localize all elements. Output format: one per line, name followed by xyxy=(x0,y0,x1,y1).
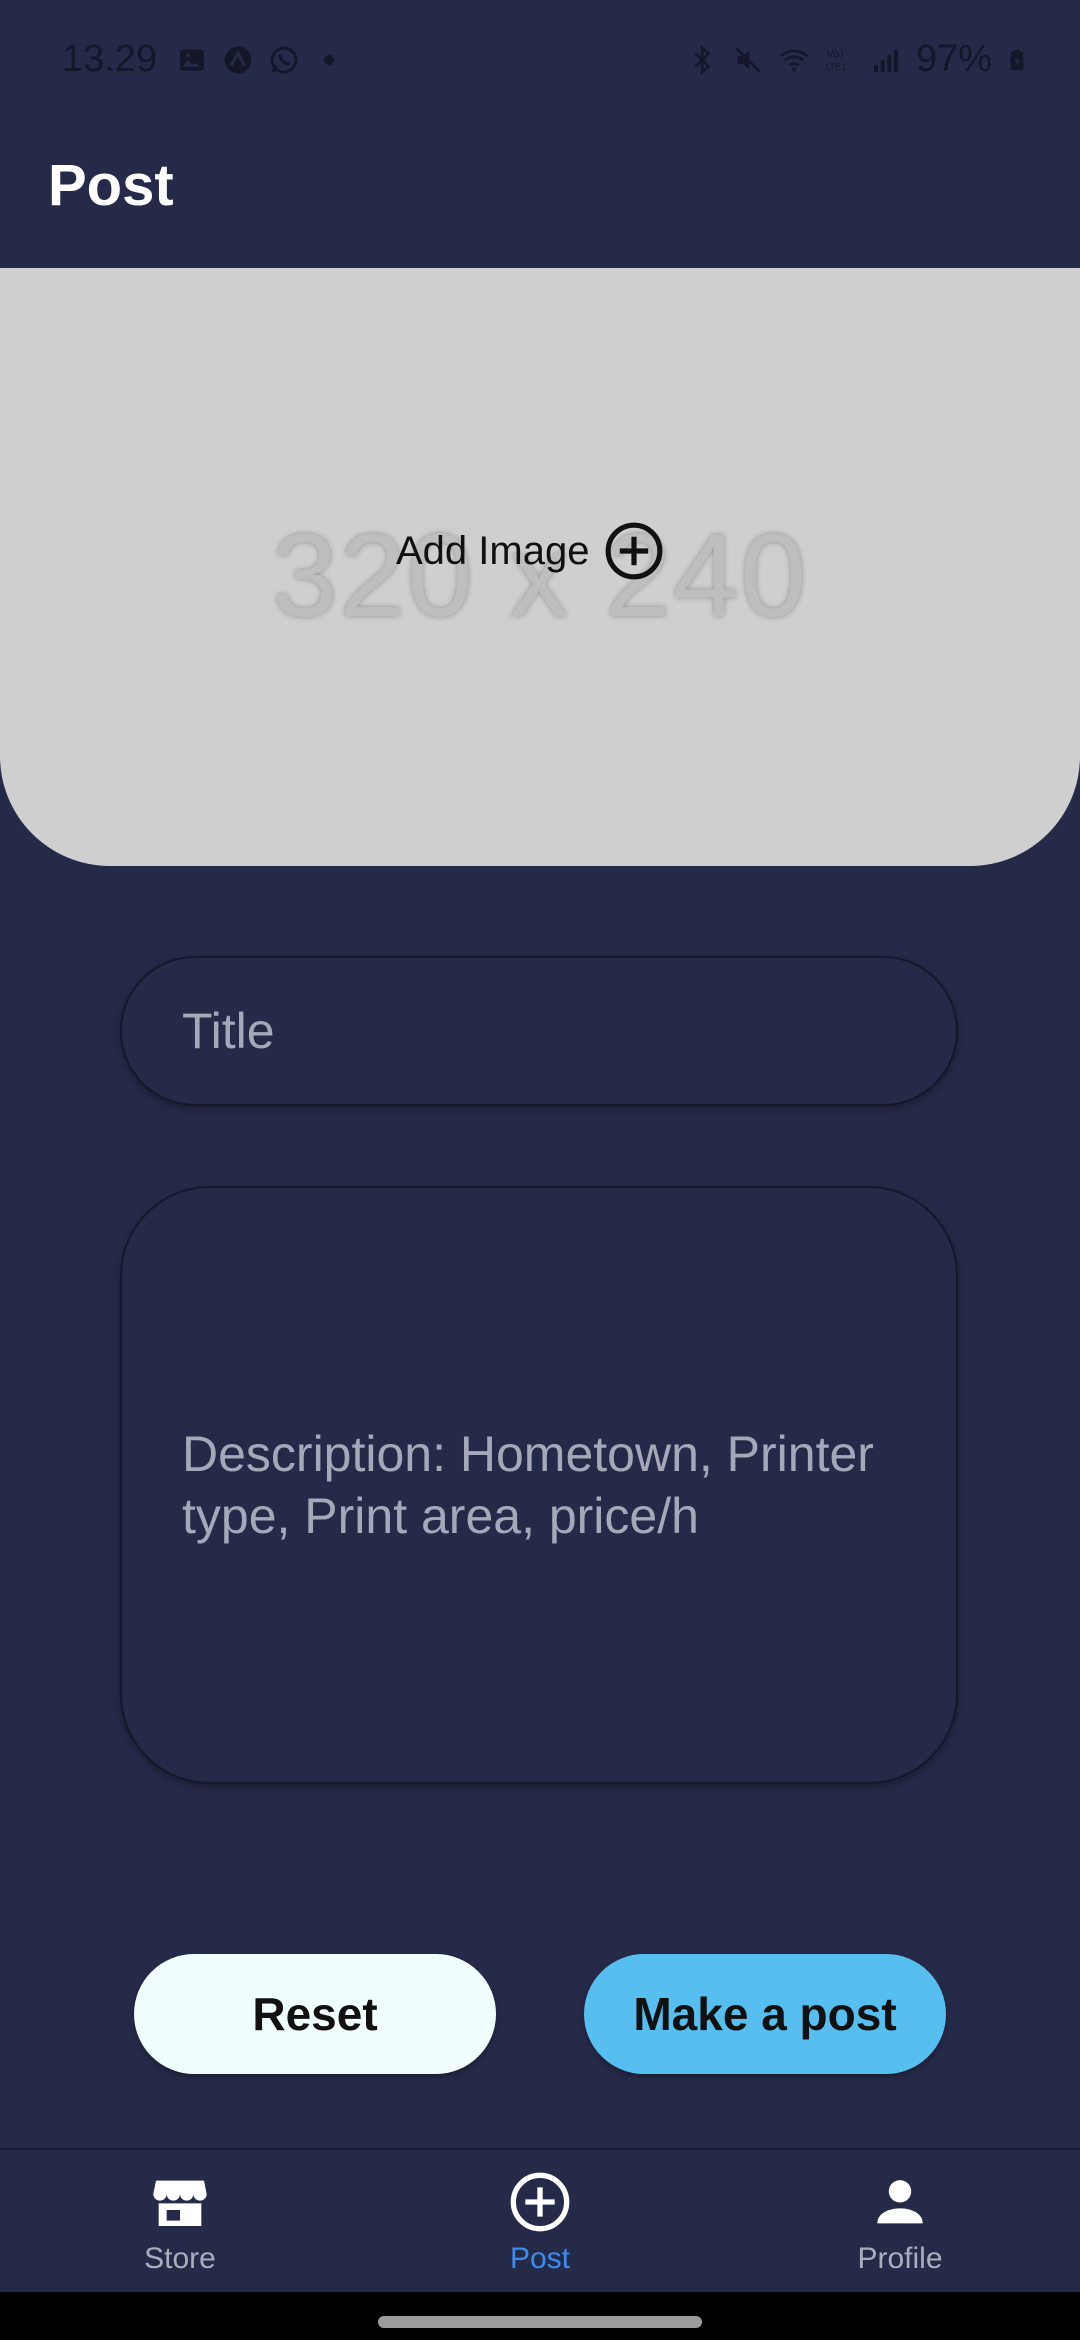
reset-button[interactable]: Reset xyxy=(134,1954,496,2074)
dot-icon xyxy=(324,55,334,65)
post-screen: 13.29 Vo) LTE1 97% Post 320 x 240 Add Ima… xyxy=(0,0,1080,2340)
app-icon xyxy=(224,46,252,74)
description-input[interactable]: Description: Hometown, Printer type, Pri… xyxy=(120,1186,958,1784)
volte-icon: Vo) LTE1 xyxy=(825,47,847,73)
nav-label-post: Post xyxy=(509,2242,571,2275)
status-time: 13.29 xyxy=(62,38,158,80)
title-placeholder: Title xyxy=(182,1003,275,1059)
whatsapp-icon xyxy=(270,46,298,74)
add-circle-icon xyxy=(510,2172,570,2232)
nav-label-profile: Profile xyxy=(857,2242,943,2275)
nav-item-store[interactable]: Store xyxy=(80,2170,280,2276)
app-bar: Post xyxy=(0,120,1080,270)
title-input[interactable]: Title xyxy=(120,956,958,1106)
store-icon xyxy=(153,2180,207,2226)
svg-text:LTE1: LTE1 xyxy=(825,62,847,73)
page-title: Post xyxy=(48,153,174,218)
nav-item-post[interactable]: Post xyxy=(440,2170,640,2276)
description-placeholder: Description: Hometown, Printer type, Pri… xyxy=(182,1426,874,1544)
make-post-button[interactable]: Make a post xyxy=(584,1954,946,2074)
gesture-bar xyxy=(0,2292,1080,2340)
mute-icon xyxy=(734,46,761,73)
notification-icons xyxy=(176,44,334,76)
signal-icon xyxy=(873,48,898,72)
person-icon xyxy=(877,2180,923,2224)
wifi-icon xyxy=(779,49,809,71)
add-image-label: Add Image xyxy=(396,528,590,573)
nav-item-profile[interactable]: Profile xyxy=(800,2170,1000,2276)
image-picker[interactable]: 320 x 240 Add Image xyxy=(0,268,1080,866)
system-icons: Vo) LTE1 97% xyxy=(686,38,1028,81)
image-icon xyxy=(180,49,204,71)
bottom-navigation: Store Post Profile xyxy=(0,2148,1080,2294)
status-bar: 13.29 Vo) LTE1 97% xyxy=(0,0,1080,120)
bluetooth-icon xyxy=(694,44,711,75)
svg-text:Vo): Vo) xyxy=(827,47,844,60)
add-circle-icon xyxy=(606,522,663,580)
home-gesture-handle[interactable] xyxy=(378,2316,702,2328)
battery-percent: 97% xyxy=(915,38,992,80)
add-image-button[interactable]: Add Image xyxy=(396,520,665,582)
battery-icon xyxy=(1010,49,1024,70)
nav-label-store: Store xyxy=(144,2242,216,2275)
